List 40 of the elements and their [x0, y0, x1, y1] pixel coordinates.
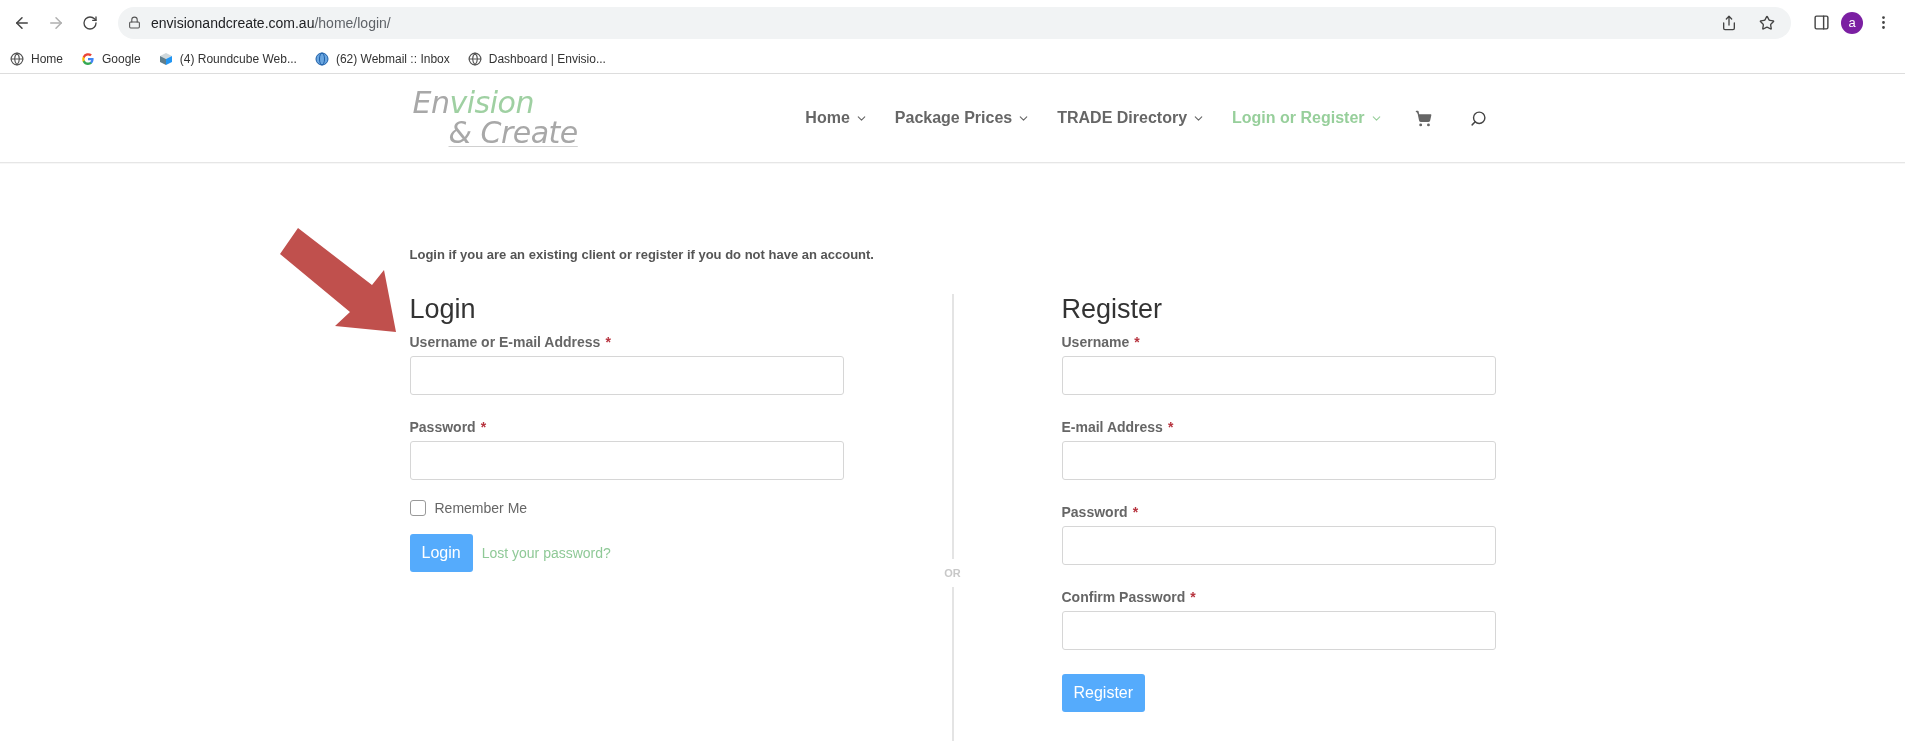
input-field[interactable] — [1061, 441, 1496, 480]
nav-item[interactable]: Package Prices — [894, 109, 1031, 127]
required-mark: * — [1132, 504, 1139, 520]
profile-avatar[interactable]: a — [1841, 11, 1863, 34]
input-field[interactable] — [1061, 356, 1496, 395]
field-label: Username — [1061, 334, 1130, 350]
field-label: Password — [1061, 504, 1128, 520]
checkbox[interactable] — [409, 500, 426, 516]
required-mark: * — [1167, 419, 1174, 435]
required-mark: * — [605, 334, 611, 350]
lock-icon — [128, 16, 141, 29]
field-label: E-mail Address — [1061, 419, 1163, 435]
input-field[interactable] — [409, 441, 844, 480]
login-title: Login — [409, 294, 477, 324]
field-label: Password — [409, 419, 476, 435]
required-mark: * — [1134, 334, 1140, 350]
globe-icon — [467, 52, 482, 66]
address-bar[interactable]: envisionandcreate.com.au/home/login/ — [118, 6, 1791, 39]
field-label: Username or E-mail Address — [409, 334, 601, 350]
google-icon — [81, 52, 95, 66]
required-mark: * — [1190, 589, 1196, 605]
input-field[interactable] — [1061, 611, 1496, 650]
bookmark[interactable]: Google — [81, 52, 141, 66]
globe-icon — [10, 52, 24, 66]
bookmark[interactable]: Home — [10, 52, 63, 66]
intro-text: Login if you are an existing client or register if you do not have an account. — [409, 247, 875, 262]
bookmark[interactable]: (62) Webmail :: Inbox — [314, 52, 450, 66]
url-text: envisionandcreate.com.au/home/login/ — [151, 14, 391, 31]
globe-icon — [314, 52, 329, 66]
nav-item[interactable]: TRADE Directory — [1057, 109, 1206, 127]
bookmark[interactable]: (4) Roundcube Web... — [158, 52, 297, 66]
remember-checkbox[interactable]: Remember Me — [409, 500, 844, 516]
bookmark[interactable]: Dashboard | Envisio... — [467, 52, 606, 66]
input-field[interactable] — [409, 356, 844, 395]
nav-item[interactable]: Home — [805, 109, 868, 127]
register-title: Register — [1061, 294, 1164, 324]
input-field[interactable] — [1061, 526, 1496, 565]
cube-icon — [158, 52, 173, 66]
field-label: Confirm Password — [1061, 589, 1186, 605]
required-mark: * — [480, 419, 487, 435]
